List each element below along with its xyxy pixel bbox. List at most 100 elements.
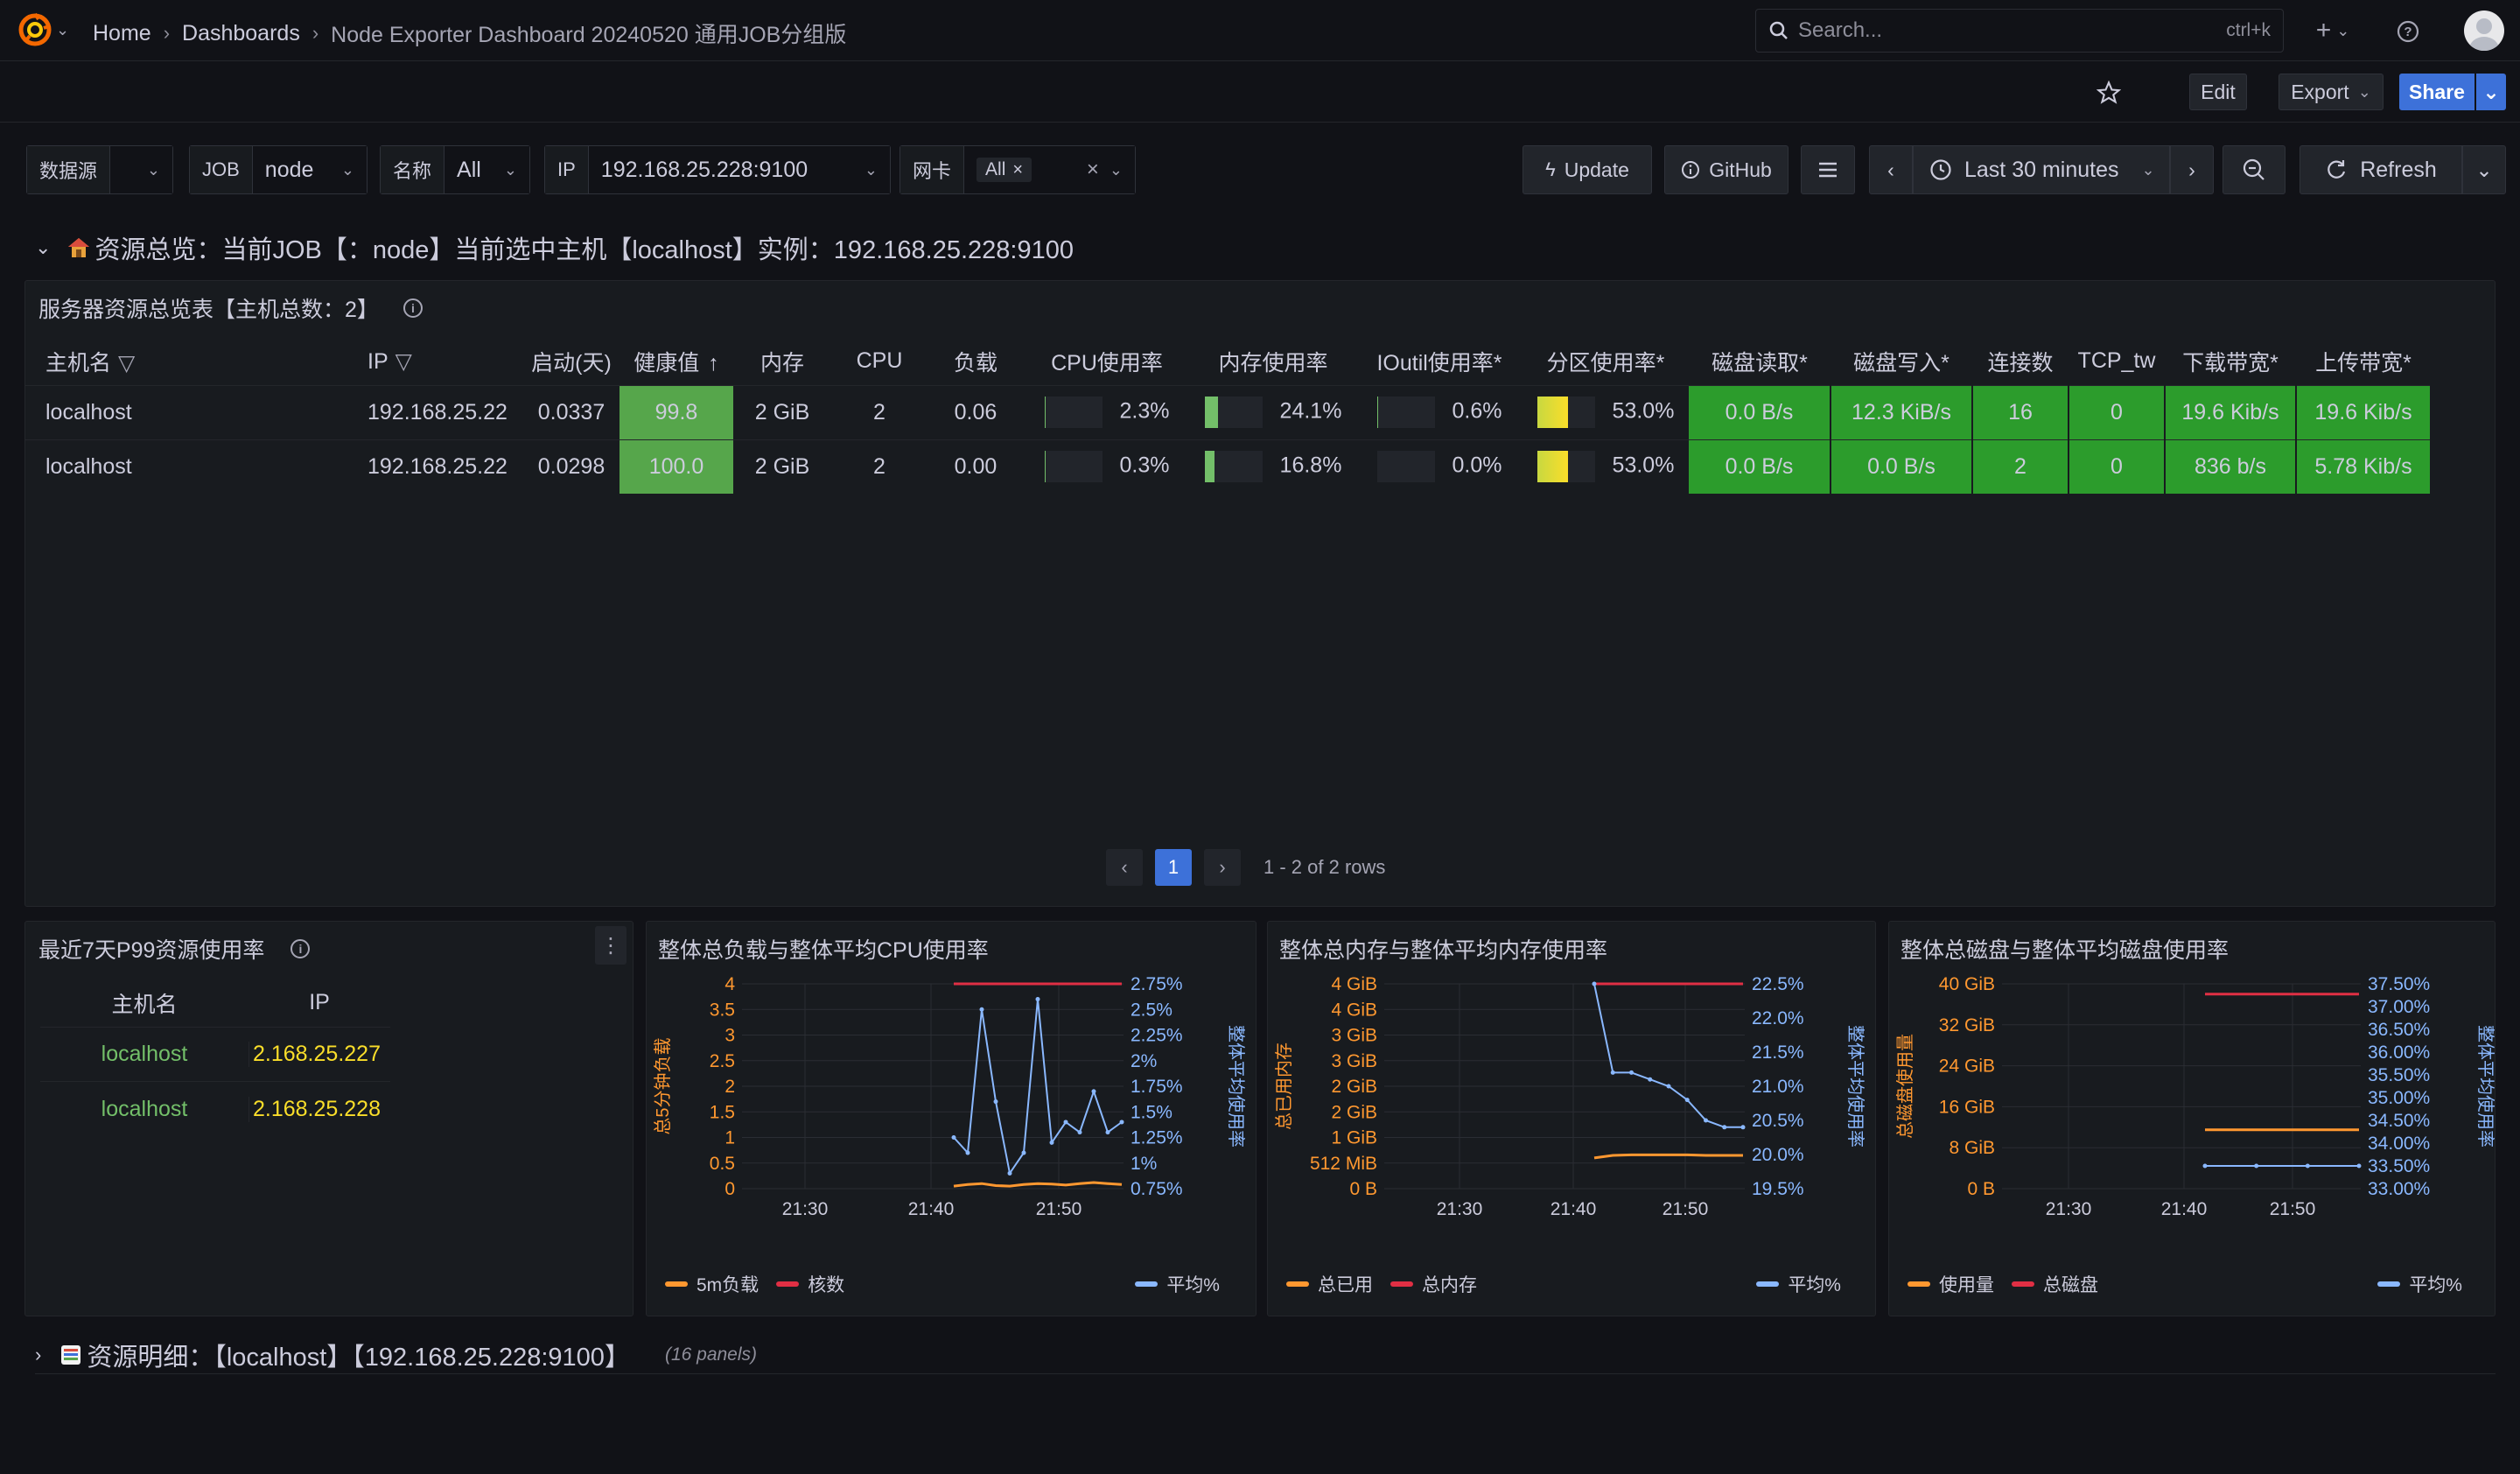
row-header-overview[interactable]: ⌄ 资源总览：当前JOB【：node】当前选中主机【localhost】实例：1… xyxy=(35,229,1074,266)
disk-chart[interactable]: 0 B 8 GiB 16 GiB 24 GiB 32 GiB 40 GiB 33.00% 33… xyxy=(1888,963,2496,1260)
variable-name[interactable]: 名称 All ⌄ xyxy=(380,145,530,194)
cell-memory-link[interactable]: 2 GiB xyxy=(733,384,831,439)
search-input[interactable] xyxy=(1798,18,2227,43)
legend-item[interactable]: 使用量 xyxy=(1908,1271,1994,1297)
variable-value-select[interactable]: All × × ⌄ xyxy=(964,146,1135,193)
chart-legend: 5m负载 核数 平均% xyxy=(665,1271,1242,1297)
column-header-cpu-usage[interactable]: CPU使用率 xyxy=(1024,338,1190,385)
column-header-ip[interactable]: IP xyxy=(248,990,390,1015)
column-header-hostname[interactable]: 主机名 ▽ xyxy=(24,338,357,385)
clear-icon[interactable]: × xyxy=(1087,158,1099,182)
variable-value-select[interactable]: node ⌄ xyxy=(252,146,367,193)
y-right-tick-label: 1.75% xyxy=(1130,1077,1183,1097)
variable-chip[interactable]: All × xyxy=(976,158,1032,182)
column-header-memory[interactable]: 内存 xyxy=(733,338,831,385)
avatar[interactable] xyxy=(2464,11,2504,51)
filter-icon[interactable]: ▽ xyxy=(118,351,135,376)
time-back-button[interactable]: ‹ xyxy=(1869,145,1913,194)
series-point xyxy=(951,1135,956,1140)
variable-value-select[interactable]: 192.168.25.228:9100 ⌄ xyxy=(588,146,890,193)
chevron-left-icon: ‹ xyxy=(1121,856,1128,878)
cell-cpu-link[interactable]: 2 xyxy=(831,384,928,439)
legend-item[interactable]: 平均% xyxy=(1756,1271,1841,1297)
bolt-icon: ϟ xyxy=(1545,158,1556,180)
cell-cpu-link[interactable]: 2 xyxy=(831,439,928,494)
help-button[interactable]: ? xyxy=(2392,16,2424,47)
breadcrumb-home[interactable]: Home xyxy=(93,21,151,46)
series-point xyxy=(1119,1120,1124,1125)
column-header-cpu[interactable]: CPU xyxy=(831,338,928,385)
legend-item[interactable]: 总内存 xyxy=(1390,1271,1477,1297)
cell-memory-link[interactable]: 2 GiB xyxy=(733,439,831,494)
column-header-hostname[interactable]: 主机名 xyxy=(40,987,248,1019)
update-link-button[interactable]: ϟ Update xyxy=(1522,145,1652,194)
prev-page-button[interactable]: ‹ xyxy=(1106,849,1143,886)
column-header-ioutil[interactable]: IOutil使用率* xyxy=(1356,338,1522,385)
legend-item[interactable]: 平均% xyxy=(1135,1271,1220,1297)
time-forward-button[interactable]: › xyxy=(2170,145,2214,194)
column-header-uptime[interactable]: 启动(天) xyxy=(523,338,620,385)
variable-value-select[interactable]: All ⌄ xyxy=(444,146,529,193)
time-range-picker[interactable]: Last 30 minutes ⌄ xyxy=(1913,145,2170,194)
column-header-download[interactable]: 下载带宽* xyxy=(2165,338,2296,385)
chevron-down-icon: ⌄ xyxy=(2482,80,2500,103)
breadcrumb-dashboards[interactable]: Dashboards xyxy=(182,21,300,46)
y-right-tick-label: 36.50% xyxy=(2368,1020,2430,1040)
y-tick-label: 1 xyxy=(724,1128,735,1148)
zoom-out-button[interactable] xyxy=(2222,145,2286,194)
next-page-button[interactable]: › xyxy=(1204,849,1241,886)
search-bar[interactable]: ctrl+k xyxy=(1755,9,2284,53)
github-link-button[interactable]: GitHub xyxy=(1664,145,1788,194)
column-header-load[interactable]: 负载 xyxy=(928,338,1024,385)
y-tick-label: 0 B xyxy=(1967,1179,1995,1199)
cell-uptime: 0.0298 xyxy=(523,439,620,494)
pagination-summary: 1 - 2 of 2 rows xyxy=(1264,856,1386,878)
refresh-interval-button[interactable]: ⌄ xyxy=(2462,145,2506,194)
refresh-button[interactable]: Refresh xyxy=(2300,145,2462,194)
column-header-tcp-tw[interactable]: TCP_tw xyxy=(2068,338,2165,385)
info-icon[interactable]: i xyxy=(290,939,311,958)
column-header-mem-usage[interactable]: 内存使用率 xyxy=(1190,338,1356,385)
cell-hostname: localhost xyxy=(24,439,357,494)
legend-item[interactable]: 5m负载 xyxy=(665,1271,759,1297)
new-menu-button[interactable]: + ⌄ xyxy=(2306,14,2359,47)
variable-nic[interactable]: 网卡 All × × ⌄ xyxy=(900,145,1136,194)
filter-icon[interactable]: ▽ xyxy=(396,349,412,374)
remove-chip-icon[interactable]: × xyxy=(1012,160,1023,180)
legend-item[interactable]: 总已用 xyxy=(1286,1271,1373,1297)
plus-icon: + xyxy=(2315,16,2332,45)
series-point xyxy=(1063,1120,1068,1125)
legend-item[interactable]: 核数 xyxy=(776,1271,844,1297)
column-header-health[interactable]: 健康值 ↑ xyxy=(620,338,733,385)
memory-chart[interactable]: 0 B 512 MiB 1 GiB 2 GiB 2 GiB 3 GiB 3 GiB 4 GiB… xyxy=(1267,963,1876,1260)
column-header-disk-read[interactable]: 磁盘读取* xyxy=(1689,338,1830,385)
share-options-button[interactable]: ⌄ xyxy=(2476,74,2506,110)
info-icon[interactable]: i xyxy=(402,298,423,318)
y-tick-label: 4 GiB xyxy=(1331,974,1377,994)
menu-button[interactable] xyxy=(1801,145,1855,194)
variable-job[interactable]: JOB node ⌄ xyxy=(189,145,368,194)
star-button[interactable] xyxy=(2090,74,2128,112)
variable-datasource[interactable]: 数据源 ⌄ xyxy=(26,145,173,194)
row-header-details[interactable]: › 资源明细：【localhost】【192.168.25.228:9100】 … xyxy=(35,1336,2496,1374)
x-tick-label: 21:50 xyxy=(2270,1199,2316,1219)
variable-value-select[interactable]: ⌄ xyxy=(110,146,172,193)
legend-item[interactable]: 总磁盘 xyxy=(2012,1271,2098,1297)
cell-disk-write: 0.0 B/s xyxy=(1830,439,1973,494)
column-header-upload[interactable]: 上传带宽* xyxy=(2296,338,2431,385)
export-button[interactable]: Export ⌄ xyxy=(2278,74,2384,110)
grafana-logo-menu[interactable]: ⌄ xyxy=(18,12,69,47)
share-button[interactable]: Share xyxy=(2399,74,2474,110)
load-cpu-chart[interactable]: 0 0.5 1 1.5 2 2.5 3 3.5 4 0.75% 1% 1.25% 1.5% 1.75% 2%… xyxy=(646,963,1256,1260)
hamburger-icon xyxy=(1819,162,1837,178)
page-button[interactable]: 1 xyxy=(1155,849,1192,886)
column-header-partition[interactable]: 分区使用率* xyxy=(1522,338,1689,385)
column-header-disk-write[interactable]: 磁盘写入* xyxy=(1830,338,1972,385)
variable-ip[interactable]: IP 192.168.25.228:9100 ⌄ xyxy=(544,145,891,194)
column-header-ip[interactable]: IP ▽ xyxy=(357,338,523,385)
column-header-connections[interactable]: 连接数 xyxy=(1972,338,2068,385)
refresh-label: Refresh xyxy=(2360,157,2437,182)
legend-item[interactable]: 平均% xyxy=(2377,1271,2462,1297)
panel-menu-button[interactable]: ⋮ xyxy=(595,926,626,965)
edit-button[interactable]: Edit xyxy=(2189,74,2247,110)
